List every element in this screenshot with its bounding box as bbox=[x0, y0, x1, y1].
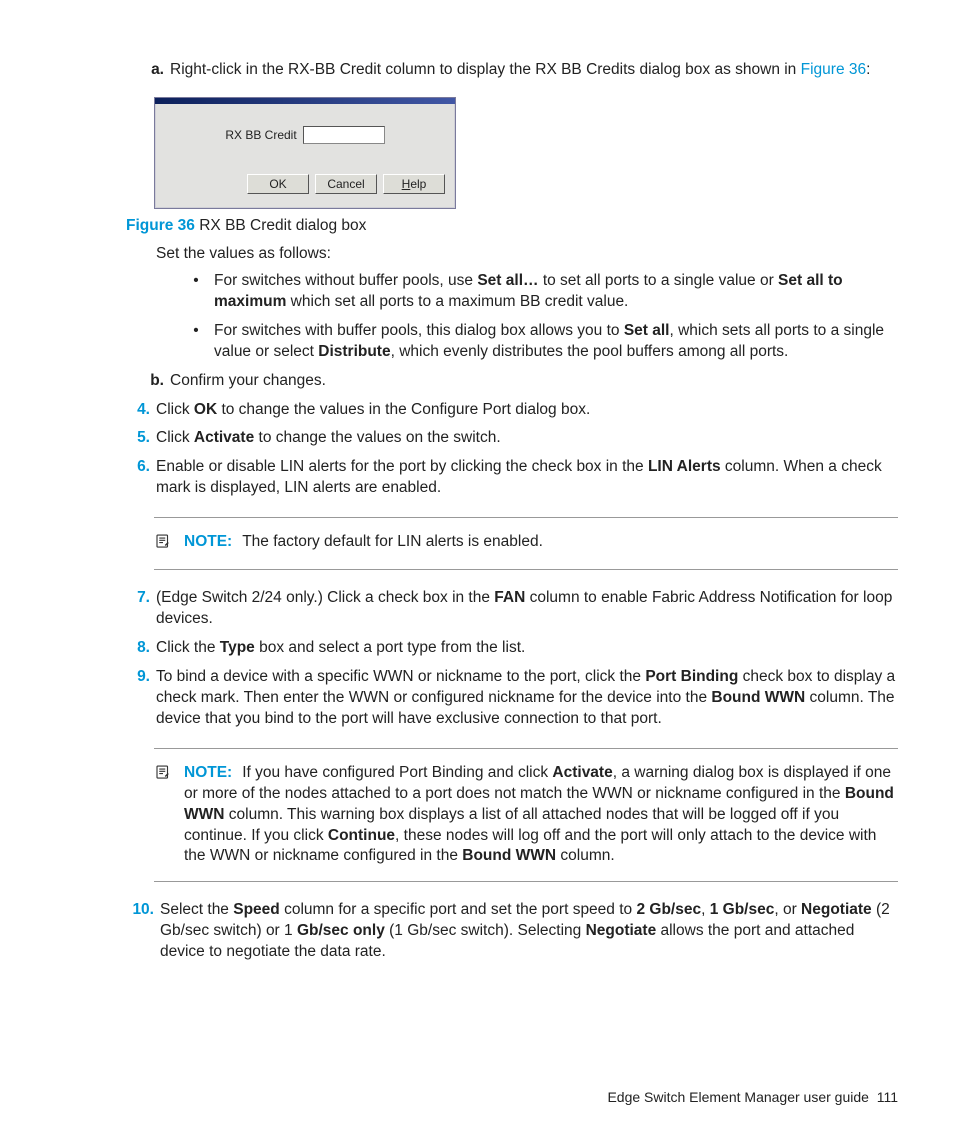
marker-b: b. bbox=[140, 371, 164, 392]
step-a-body: Right-click in the RX-BB Credit column t… bbox=[170, 60, 898, 81]
s10-b6: Negotiate bbox=[586, 922, 657, 939]
bullet-2: • For switches with buffer pools, this d… bbox=[184, 321, 898, 363]
rx-bb-credit-dialog: RX BB Credit OK Cancel Help bbox=[154, 97, 456, 209]
step-a: a. Right-click in the RX-BB Credit colum… bbox=[140, 60, 898, 81]
note-2: NOTE: If you have configured Port Binding… bbox=[154, 748, 898, 883]
note-1-text: The factory default for LIN alerts is en… bbox=[242, 533, 543, 550]
step-a-post: : bbox=[866, 61, 870, 78]
ok-button[interactable]: OK bbox=[247, 174, 309, 194]
n2-post: column. bbox=[556, 847, 615, 864]
s10-b1: Speed bbox=[233, 901, 280, 918]
step-5: 5. Click Activate to change the values o… bbox=[126, 428, 898, 449]
s10-b4: Negotiate bbox=[801, 901, 872, 918]
s7-pre: (Edge Switch 2/24 only.) Click a check b… bbox=[156, 589, 494, 606]
b2-pre: For switches with buffer pools, this dia… bbox=[214, 322, 624, 339]
bullet-marker: • bbox=[184, 271, 208, 292]
bullet-1: • For switches without buffer pools, use… bbox=[184, 271, 898, 313]
note-label: NOTE: bbox=[184, 533, 232, 550]
s10-b5: Gb/sec only bbox=[297, 922, 385, 939]
page-footer: Edge Switch Element Manager user guide 1… bbox=[607, 1089, 898, 1105]
note-icon bbox=[154, 763, 176, 786]
s9-b1: Port Binding bbox=[645, 668, 738, 685]
step-9: 9. To bind a device with a specific WWN … bbox=[126, 667, 898, 730]
figure-36-caption: Figure 36 RX BB Credit dialog box bbox=[126, 217, 898, 235]
b1-mid: to set all ports to a single value or bbox=[539, 272, 779, 289]
b1-pre: For switches without buffer pools, use bbox=[214, 272, 477, 289]
step-8: 8. Click the Type box and select a port … bbox=[126, 638, 898, 659]
n2-pre: If you have configured Port Binding and … bbox=[242, 764, 552, 781]
figure-36-link[interactable]: Figure 36 bbox=[801, 61, 866, 78]
s10-m2: , or bbox=[774, 901, 801, 918]
s9-b2: Bound WWN bbox=[711, 689, 805, 706]
s6-b1: LIN Alerts bbox=[648, 458, 721, 475]
figure-label: Figure 36 bbox=[126, 217, 195, 234]
step-a-pre: Right-click in the RX-BB Credit column t… bbox=[170, 61, 801, 78]
b2-bold1: Set all bbox=[624, 322, 670, 339]
b2-bold2: Distribute bbox=[318, 343, 390, 360]
help-button[interactable]: Help bbox=[383, 174, 445, 194]
marker-10: 10. bbox=[126, 900, 154, 921]
s4-b1: OK bbox=[194, 401, 217, 418]
marker-5: 5. bbox=[126, 428, 150, 449]
marker-6: 6. bbox=[126, 457, 150, 478]
marker-9: 9. bbox=[126, 667, 150, 688]
s10-m1: column for a specific port and set the p… bbox=[280, 901, 637, 918]
s9-pre: To bind a device with a specific WWN or … bbox=[156, 668, 645, 685]
footer-title: Edge Switch Element Manager user guide bbox=[607, 1089, 868, 1105]
note-label: NOTE: bbox=[184, 764, 232, 781]
s8-pre: Click the bbox=[156, 639, 220, 656]
s10-b3: 1 Gb/sec bbox=[710, 901, 775, 918]
s8-post: box and select a port type from the list… bbox=[255, 639, 526, 656]
s4-post: to change the values in the Configure Po… bbox=[217, 401, 590, 418]
s10-b2: 2 Gb/sec bbox=[636, 901, 701, 918]
s5-b1: Activate bbox=[194, 429, 254, 446]
s5-pre: Click bbox=[156, 429, 194, 446]
n2-b3: Continue bbox=[328, 827, 395, 844]
marker-4: 4. bbox=[126, 400, 150, 421]
step-b: b. Confirm your changes. bbox=[140, 371, 898, 392]
rx-bb-credit-input[interactable] bbox=[303, 126, 385, 144]
s8-b1: Type bbox=[220, 639, 255, 656]
marker-7: 7. bbox=[126, 588, 150, 609]
n2-b4: Bound WWN bbox=[462, 847, 556, 864]
bullet-marker: • bbox=[184, 321, 208, 342]
step-10: 10. Select the Speed column for a specif… bbox=[126, 900, 898, 963]
rx-bb-credit-label: RX BB Credit bbox=[225, 128, 296, 142]
marker-a: a. bbox=[140, 60, 164, 81]
s4-pre: Click bbox=[156, 401, 194, 418]
s10-pre: Select the bbox=[160, 901, 233, 918]
s6-pre: Enable or disable LIN alerts for the por… bbox=[156, 458, 648, 475]
s5-post: to change the values on the switch. bbox=[254, 429, 500, 446]
step-4: 4. Click OK to change the values in the … bbox=[126, 400, 898, 421]
n2-b1: Activate bbox=[552, 764, 612, 781]
b1-post: which set all ports to a maximum BB cred… bbox=[286, 293, 628, 310]
step-7: 7. (Edge Switch 2/24 only.) Click a chec… bbox=[126, 588, 898, 630]
note-1: NOTE: The factory default for LIN alerts … bbox=[154, 517, 898, 570]
b2-post: , which evenly distributes the pool buff… bbox=[391, 343, 789, 360]
s10-m4: (1 Gb/sec switch). Selecting bbox=[385, 922, 586, 939]
b1-bold1: Set all… bbox=[477, 272, 538, 289]
figure-caption-text: RX BB Credit dialog box bbox=[195, 217, 366, 234]
marker-8: 8. bbox=[126, 638, 150, 659]
note-icon bbox=[154, 532, 176, 555]
s10-c1: , bbox=[701, 901, 710, 918]
page-number: 111 bbox=[877, 1089, 898, 1105]
step-b-text: Confirm your changes. bbox=[170, 371, 898, 392]
s7-b1: FAN bbox=[494, 589, 525, 606]
set-values-intro: Set the values as follows: bbox=[156, 245, 898, 263]
cancel-button[interactable]: Cancel bbox=[315, 174, 377, 194]
step-6: 6. Enable or disable LIN alerts for the … bbox=[126, 457, 898, 499]
